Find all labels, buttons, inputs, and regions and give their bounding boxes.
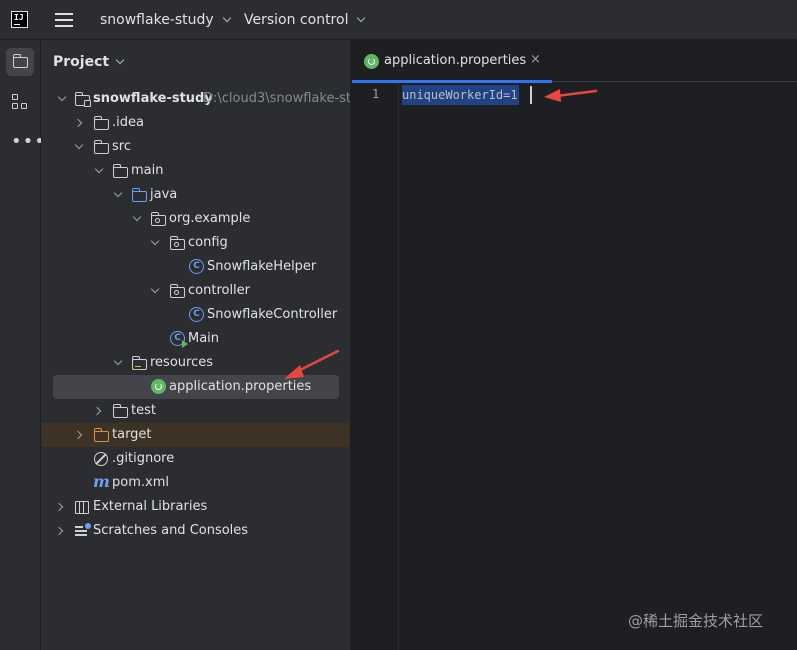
tree-item-snowflakecontroller[interactable]: C SnowflakeController	[41, 303, 350, 327]
package-icon	[150, 212, 166, 226]
spring-properties-icon	[364, 54, 379, 69]
chevron-down-icon	[115, 55, 125, 65]
tree-item-path: D:\cloud3\snowflake-study	[203, 91, 351, 106]
package-icon	[169, 236, 185, 250]
main-menu-icon[interactable]	[55, 13, 73, 27]
tree-item-label: src	[112, 139, 131, 154]
tree-item-label: controller	[188, 283, 251, 298]
annotation-arrow-tree	[284, 349, 340, 379]
class-icon: C	[189, 307, 204, 322]
tree-item-label: .gitignore	[112, 451, 175, 466]
tree-item-org-example[interactable]: org.example	[41, 207, 350, 231]
tree-item-label: target	[112, 427, 152, 442]
folder-icon	[93, 140, 109, 154]
tree-item-label: config	[188, 235, 228, 250]
tree-item-label: java	[150, 187, 178, 202]
maven-icon: m	[93, 472, 110, 491]
expand-arrow-icon[interactable]	[150, 284, 160, 294]
intellij-logo-icon[interactable]: IJ	[11, 11, 28, 28]
project-folder-icon	[12, 54, 28, 68]
editor-tab-bar: application.properties ×	[352, 40, 797, 83]
libraries-icon	[75, 501, 89, 514]
tree-item-idea[interactable]: .idea	[41, 111, 350, 135]
more-tools-button[interactable]: •••	[6, 128, 45, 156]
tree-item-label: SnowflakeController	[207, 307, 338, 322]
tree-item-label: org.example	[169, 211, 251, 226]
tree-item-external-libraries[interactable]: External Libraries	[41, 495, 350, 519]
collapse-arrow-icon[interactable]	[73, 118, 83, 128]
project-selector[interactable]: snowflake-study	[100, 12, 231, 28]
structure-tool-button[interactable]	[6, 88, 34, 116]
tree-item-label: External Libraries	[93, 499, 208, 514]
tab-label: application.properties	[384, 53, 527, 68]
expand-arrow-icon[interactable]	[113, 356, 123, 366]
expand-arrow-icon[interactable]	[57, 92, 67, 102]
title-bar: IJ snowflake-study Version control	[0, 0, 797, 40]
tree-item-pom-xml[interactable]: m pom.xml	[41, 471, 350, 495]
expand-arrow-icon[interactable]	[132, 212, 142, 222]
tree-item-label: snowflake-study	[93, 91, 213, 106]
folder-icon	[112, 404, 128, 418]
tree-item-label: SnowflakeHelper	[207, 259, 317, 274]
tree-item-snowflakehelper[interactable]: C SnowflakeHelper	[41, 255, 350, 279]
tree-item-label: Scratches and Consoles	[93, 523, 249, 538]
project-selector-label: snowflake-study	[100, 12, 214, 28]
line-number-gutter[interactable]: 1	[352, 83, 399, 650]
collapse-arrow-icon[interactable]	[73, 430, 83, 440]
collapse-arrow-icon[interactable]	[54, 526, 64, 536]
expand-arrow-icon[interactable]	[94, 164, 104, 174]
collapse-arrow-icon[interactable]	[92, 406, 102, 416]
tree-item-label: Main	[188, 331, 220, 346]
tab-application-properties[interactable]: application.properties ×	[352, 40, 552, 83]
tree-item-test[interactable]: test	[41, 399, 350, 423]
text-caret	[530, 86, 532, 104]
tree-item-gitignore[interactable]: .gitignore	[41, 447, 350, 471]
expand-arrow-icon[interactable]	[74, 140, 84, 150]
tree-item-label: main	[131, 163, 164, 178]
class-icon: C	[189, 259, 204, 274]
excluded-folder-icon	[93, 428, 109, 442]
line-number: 1	[372, 87, 380, 101]
tree-item-snowflake-study[interactable]: snowflake-study D:\cloud3\snowflake-stud…	[41, 87, 351, 111]
source-folder-icon	[131, 188, 147, 202]
resources-folder-icon	[131, 356, 147, 370]
chevron-down-icon	[357, 13, 366, 23]
editor-area: application.properties × 1 uniqueWorkerI…	[352, 40, 797, 650]
chevron-down-icon	[222, 13, 231, 23]
vcs-selector[interactable]: Version control	[244, 12, 366, 28]
tree-item-java[interactable]: java	[41, 183, 350, 207]
tree-item-label: resources	[150, 355, 214, 370]
tool-window-strip: •••	[0, 40, 45, 650]
module-folder-icon	[74, 92, 91, 107]
expand-arrow-icon[interactable]	[113, 188, 123, 198]
tree-item-config[interactable]: config	[41, 231, 350, 255]
spring-properties-icon	[151, 379, 166, 394]
structure-icon	[12, 94, 28, 110]
scratches-icon	[75, 523, 91, 538]
tree-item-target[interactable]: target	[41, 423, 350, 447]
tree-item-label: pom.xml	[112, 475, 169, 490]
vcs-selector-label: Version control	[244, 12, 349, 28]
tree-item-label: .idea	[112, 115, 144, 130]
watermark: @稀土掘金技术社区	[628, 612, 764, 630]
annotation-arrow-editor	[544, 89, 598, 102]
tree-item-label: test	[131, 403, 156, 418]
close-icon[interactable]: ×	[530, 52, 541, 67]
tree-item-controller[interactable]: controller	[41, 279, 350, 303]
ignore-file-icon	[94, 452, 108, 466]
project-tool-button[interactable]	[6, 48, 34, 76]
code-editor[interactable]: uniqueWorkerId=1	[401, 83, 797, 650]
tree-item-main-folder[interactable]: main	[41, 159, 350, 183]
expand-arrow-icon[interactable]	[150, 236, 160, 246]
project-panel-title[interactable]: Project	[53, 54, 125, 70]
code-line-selected[interactable]: uniqueWorkerId=1	[402, 85, 519, 105]
project-panel-title-label: Project	[53, 54, 110, 70]
main-class-icon: C	[170, 331, 188, 348]
tree-item-scratches[interactable]: Scratches and Consoles	[41, 519, 350, 543]
folder-icon	[112, 164, 128, 178]
tree-item-src[interactable]: src	[41, 135, 350, 159]
package-icon	[169, 284, 185, 298]
folder-icon	[93, 116, 109, 130]
collapse-arrow-icon[interactable]	[54, 502, 64, 512]
